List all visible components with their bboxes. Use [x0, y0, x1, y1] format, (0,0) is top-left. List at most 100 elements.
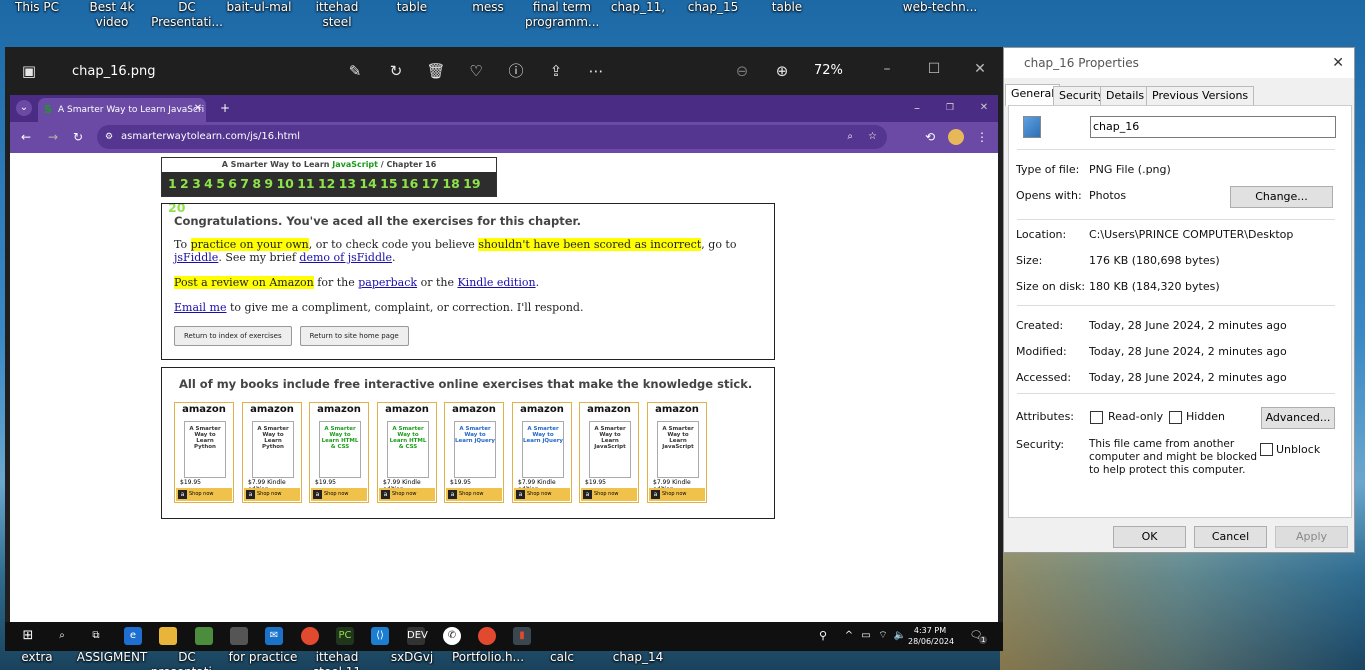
chrome-icon[interactable]: [301, 627, 319, 645]
address-bar[interactable]: ⚙ asmarterwaytolearn.com/js/16.html ⌕ ☆: [97, 125, 887, 149]
bookmark-star-icon[interactable]: ☆: [868, 125, 877, 149]
desktop-icon[interactable]: ASSIGMENT: [75, 650, 149, 665]
book-card[interactable]: amazon A Smarter Way to Learn HTML & CSS $…: [377, 402, 437, 503]
browser-close-icon[interactable]: ✕: [976, 100, 992, 116]
desktop-icon[interactable]: chap_14: [601, 650, 675, 665]
book-card[interactable]: amazon A Smarter Way to Learn JavaScript $…: [647, 402, 707, 503]
rotate-icon[interactable]: ↻: [386, 61, 406, 81]
paperback-link[interactable]: paperback: [358, 276, 417, 289]
site-info-icon[interactable]: ⚙: [105, 125, 113, 149]
desktop-icon[interactable]: chap_15: [676, 0, 750, 15]
dialog-close-icon[interactable]: ✕: [1332, 48, 1344, 78]
search-icon[interactable]: ⌕: [53, 627, 71, 645]
unblock-checkbox[interactable]: [1260, 443, 1273, 456]
book-card[interactable]: amazon A Smarter Way to Learn Python $7.99…: [242, 402, 302, 503]
kindle-link[interactable]: Kindle edition: [457, 276, 535, 289]
desktop-icon[interactable]: mess: [451, 0, 525, 15]
zoom-level[interactable]: 72%: [814, 63, 843, 78]
edit-icon[interactable]: ✎: [345, 61, 365, 81]
desktop-icon[interactable]: final term programm...: [525, 0, 599, 30]
tray-chevron-icon[interactable]: ^: [840, 627, 858, 645]
close-icon[interactable]: ✕: [972, 61, 988, 77]
favorite-icon[interactable]: ♡: [466, 61, 486, 81]
email-link[interactable]: Email me: [174, 301, 227, 314]
zoom-out-icon[interactable]: ⊖: [732, 61, 752, 81]
book-card[interactable]: amazon A Smarter Way to Learn jQuery $19.9…: [444, 402, 504, 503]
book-card[interactable]: amazon A Smarter Way to Learn HTML & CSS $…: [309, 402, 369, 503]
desktop-icon[interactable]: extra: [0, 650, 74, 665]
new-tab-icon[interactable]: +: [217, 100, 233, 116]
browser-minimize-icon[interactable]: –: [909, 100, 925, 116]
ok-button[interactable]: OK: [1113, 526, 1186, 548]
forward-icon[interactable]: →: [45, 129, 61, 145]
desktop-icon[interactable]: DC Presentati...: [150, 0, 224, 30]
desktop-icon[interactable]: table: [750, 0, 824, 15]
battery-icon[interactable]: ▭: [857, 627, 875, 645]
network-icon[interactable]: ⌔: [874, 627, 892, 645]
return-index-button[interactable]: Return to index of exercises: [174, 326, 292, 346]
readonly-checkbox[interactable]: [1090, 411, 1103, 424]
desktop-icon[interactable]: ittehad steel: [300, 0, 374, 30]
zoom-in-icon[interactable]: ⊕: [772, 61, 792, 81]
tab-previous-versions[interactable]: Previous Versions: [1146, 86, 1255, 106]
info-icon[interactable]: ⓘ: [506, 61, 526, 81]
desktop-icon[interactable]: table: [375, 0, 449, 15]
zoom-icon[interactable]: ⌕: [847, 125, 853, 149]
clock[interactable]: 4:37 PM 28/06/2024: [908, 625, 954, 647]
share-icon[interactable]: ⇪: [546, 61, 566, 81]
advanced-button[interactable]: Advanced...: [1261, 407, 1335, 429]
maximize-icon[interactable]: ☐: [926, 61, 942, 77]
people-icon[interactable]: ⚲: [814, 627, 832, 645]
store-icon[interactable]: [230, 627, 248, 645]
desktop-icon[interactable]: Best 4k video: [75, 0, 149, 30]
filename-input[interactable]: chap_16: [1090, 116, 1336, 138]
desktop-icon[interactable]: Portfolio.h...: [448, 650, 528, 665]
more-icon[interactable]: ⋯: [586, 61, 606, 81]
windows-start-icon[interactable]: ⊞: [19, 627, 37, 645]
reload-icon[interactable]: ↻: [70, 129, 86, 145]
dev-app-icon[interactable]: DEV: [407, 627, 428, 645]
desktop-icon[interactable]: sxDGvj: [375, 650, 449, 665]
tab-details[interactable]: Details: [1100, 86, 1151, 106]
vscode-icon[interactable]: ⟨⟩: [371, 627, 389, 645]
chapter-number-links[interactable]: 1 2 3 4 5 6 7 8 9 10 11 12 13 14 15 16 1…: [162, 172, 496, 215]
browser-tab[interactable]: S A Smarter Way to Learn JavaScri: [38, 98, 206, 122]
jsfiddle-link[interactable]: jsFiddle: [174, 251, 218, 264]
delete-icon[interactable]: 🗑: [426, 61, 446, 81]
desktop-icon-this-pc[interactable]: This PC: [0, 0, 74, 15]
desktop-icon[interactable]: bait-ul-mal: [222, 0, 296, 15]
task-view-icon[interactable]: ⧉: [87, 627, 105, 645]
edge-icon[interactable]: e: [124, 627, 142, 645]
photos-taskbar-icon[interactable]: ▮: [513, 627, 531, 645]
hidden-checkbox[interactable]: [1169, 411, 1182, 424]
volume-icon[interactable]: 🔈: [891, 627, 909, 645]
desktop-icon[interactable]: chap_11,: [601, 0, 675, 15]
profile-avatar[interactable]: [948, 129, 964, 145]
desktop-icon[interactable]: for practice: [226, 650, 300, 665]
book-card[interactable]: amazon A Smarter Way to Learn JavaScript $…: [579, 402, 639, 503]
tab-close-icon[interactable]: ✕: [190, 101, 206, 117]
file-explorer-icon[interactable]: [159, 627, 177, 645]
minimize-icon[interactable]: –: [879, 61, 895, 77]
cancel-button[interactable]: Cancel: [1194, 526, 1267, 548]
desktop-icon[interactable]: ittehad steel 11: [300, 650, 374, 670]
apply-button[interactable]: Apply: [1275, 526, 1348, 548]
back-icon[interactable]: ←: [18, 129, 34, 145]
return-home-button[interactable]: Return to site home page: [299, 326, 409, 346]
whatsapp-icon[interactable]: ✆: [443, 627, 461, 645]
browser-restore-icon[interactable]: ❐: [942, 100, 958, 116]
change-button[interactable]: Change...: [1230, 186, 1333, 208]
app-icon[interactable]: [195, 627, 213, 645]
mail-icon[interactable]: ✉: [265, 627, 283, 645]
book-card[interactable]: amazon A Smarter Way to Learn jQuery $7.99…: [512, 402, 572, 503]
extension-icon[interactable]: ⟲: [922, 129, 938, 145]
desktop-icon[interactable]: DC presentati...: [150, 650, 224, 670]
chrome-profile-icon[interactable]: [478, 627, 496, 645]
desktop-icon[interactable]: web-techn...: [900, 0, 980, 15]
tab-search-icon[interactable]: ⌄: [16, 100, 32, 116]
book-card[interactable]: amazon A Smarter Way to Learn Python $19.9…: [174, 402, 234, 503]
pycharm-icon[interactable]: PC: [336, 627, 354, 645]
desktop-icon[interactable]: calc: [525, 650, 599, 665]
browser-menu-icon[interactable]: ⋮: [974, 129, 990, 145]
jsfiddle-demo-link[interactable]: demo of jsFiddle: [299, 251, 392, 264]
